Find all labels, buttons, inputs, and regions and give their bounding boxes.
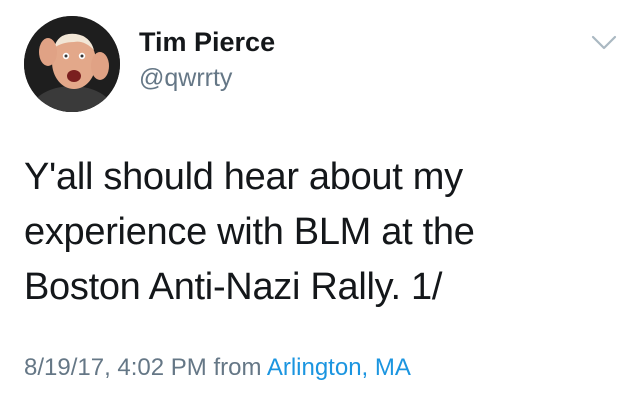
avatar[interactable] (24, 16, 120, 112)
tweet-location[interactable]: Arlington, MA (267, 354, 411, 381)
tweet-card: Tim Pierce @qwrrty Y'all should hear abo… (0, 0, 640, 404)
avatar-image (24, 16, 120, 112)
from-label: from (213, 354, 262, 381)
tweet-timestamp[interactable]: 8/19/17, 4:02 PM (24, 354, 207, 381)
author-display-name[interactable]: Tim Pierce (139, 26, 275, 58)
tweet-text: Y'all should hear about my experience wi… (24, 156, 475, 308)
tweet-meta: 8/19/17, 4:02 PM from Arlington, MA (24, 353, 411, 383)
author-handle[interactable]: @qwrrty (139, 63, 232, 93)
chevron-down-icon[interactable] (591, 34, 617, 52)
